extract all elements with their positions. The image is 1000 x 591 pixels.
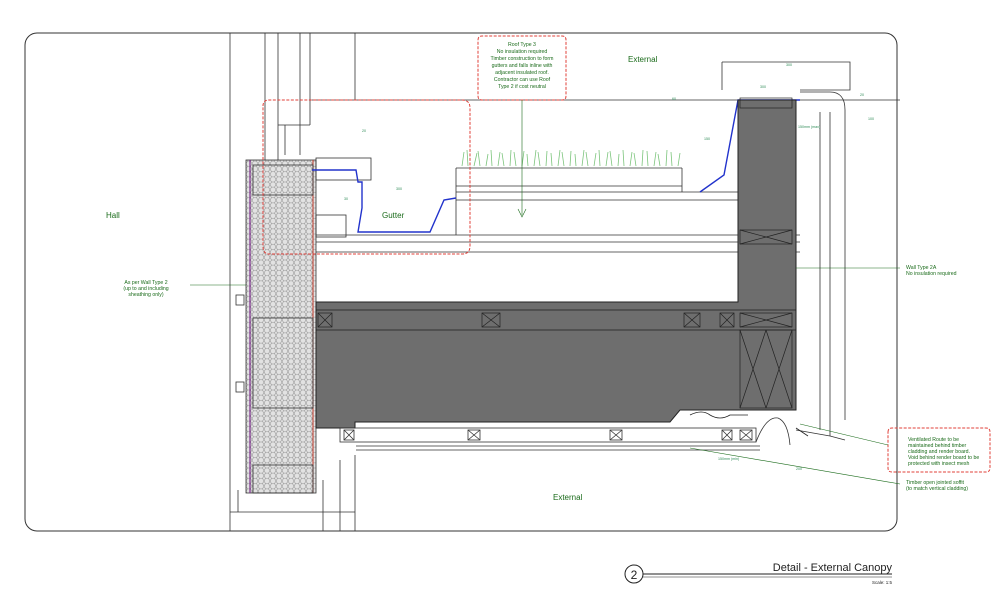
svg-text:Contractor can use Roof: Contractor can use Roof (494, 77, 551, 83)
insulated-wall (235, 159, 317, 494)
svg-text:sheathing only): sheathing only) (128, 292, 163, 298)
detail-title: Detail - External Canopy (773, 562, 893, 574)
svg-text:30: 30 (344, 197, 348, 201)
svg-text:Type 2 if cost neutral: Type 2 if cost neutral (498, 84, 546, 90)
svg-text:20: 20 (860, 93, 864, 97)
svg-text:adjacent insulated roof.: adjacent insulated roof. (495, 70, 549, 76)
title-block: 2 Detail - External Canopy Scale: 1:5 (624, 562, 893, 585)
note-soffit: Timber open jointed soffit (to match ver… (906, 480, 968, 492)
room-label-external-top: External (628, 55, 658, 64)
room-label-hall: Hall (106, 211, 120, 220)
svg-text:200: 200 (796, 467, 802, 471)
note-wall-type-2a: Wall Type 2A No insulation required (906, 265, 957, 277)
svg-text:Roof Type 3: Roof Type 3 (508, 42, 536, 48)
svg-text:150: 150 (704, 137, 710, 141)
note-wall-type-2: As per Wall Type 2 (up to and including … (123, 280, 168, 298)
svg-text:No insulation required: No insulation required (497, 49, 548, 55)
svg-text:150mm (min): 150mm (min) (718, 457, 739, 461)
detail-number: 2 (631, 568, 638, 582)
gutter-label: Gutter (382, 211, 405, 220)
svg-text:150mm (max): 150mm (max) (798, 125, 820, 129)
canopy-detail-drawing: Hall External External Gutter Roof Type … (24, 32, 991, 585)
svg-text:100: 100 (868, 117, 874, 121)
svg-text:gutters and falls inline with: gutters and falls inline with (492, 63, 553, 69)
svg-text:Timber construction to form: Timber construction to form (491, 56, 554, 62)
svg-text:300: 300 (760, 85, 766, 89)
svg-text:No insulation required: No insulation required (906, 271, 957, 277)
svg-text:(to match vertical cladding): (to match vertical cladding) (906, 486, 968, 492)
svg-text:protected with insect mesh: protected with insect mesh (908, 461, 970, 467)
note-roof-type: Roof Type 3 No insulation required Timbe… (491, 42, 554, 90)
note-ventilated-route: Ventilated Route to be maintained behind… (908, 437, 979, 467)
room-label-external-bottom: External (553, 493, 583, 502)
svg-text:300: 300 (786, 63, 792, 67)
svg-text:300: 300 (396, 187, 402, 191)
svg-text:20: 20 (362, 129, 366, 133)
detail-scale: Scale: 1:5 (872, 580, 893, 585)
svg-text:60: 60 (672, 97, 676, 101)
